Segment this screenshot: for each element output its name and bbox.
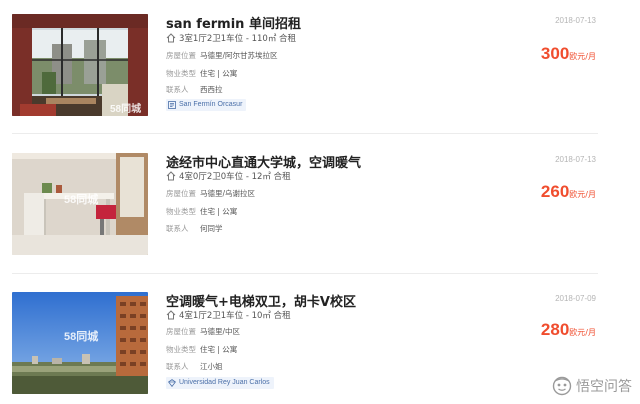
listing-item[interactable]: 58同城 空调暖气+电梯双卫，胡卡V校区 2018-07-09 4室1厅2卫1车… <box>0 284 640 404</box>
tag-text: San Fermín Orcasur <box>179 101 243 108</box>
divider <box>12 133 598 134</box>
type-label: 物业类型 <box>166 69 196 78</box>
listing-price: 260欧元/月 <box>541 182 596 202</box>
location-tag[interactable]: San Fermín Orcasur <box>166 99 247 111</box>
watermark-text: 58同城 <box>110 104 142 115</box>
location-tag[interactable]: Universidad Rey Juan Carlos <box>166 377 274 389</box>
brand-watermark: 悟空问答 <box>552 376 632 396</box>
listing-date: 2018-07-09 <box>555 294 596 303</box>
listing-title[interactable]: 空调暖气+电梯双卫，胡卡V校区 <box>166 291 356 310</box>
wukong-logo-icon <box>552 376 572 396</box>
listing-title[interactable]: 途经市中心直通大学城，空调暖气 <box>166 152 361 171</box>
type-row: 物业类型 住宅 | 公寓 <box>166 68 237 79</box>
price-unit: 欧元/月 <box>569 328 596 337</box>
watermark-text: 58同城 <box>64 194 99 206</box>
listing-price: 280欧元/月 <box>541 320 596 340</box>
map-pin-icon <box>168 101 176 109</box>
tag-text: Universidad Rey Juan Carlos <box>179 379 270 386</box>
price-unit: 欧元/月 <box>569 190 596 199</box>
type-value: 住宅 | 公寓 <box>200 69 238 78</box>
house-icon <box>166 171 176 181</box>
location-row: 房屋位置 马德里/阿尔甘苏埃拉区 <box>166 50 278 61</box>
location-label: 房屋位置 <box>166 189 196 198</box>
divider <box>12 273 598 274</box>
contact-value: 西西拉 <box>200 85 223 94</box>
location-row: 房屋位置 马德里/乌谢拉区 <box>166 188 255 199</box>
type-label: 物业类型 <box>166 345 196 354</box>
listing-photo[interactable]: 58同城 <box>12 292 148 394</box>
contact-label: 联系人 <box>166 224 189 233</box>
contact-label: 联系人 <box>166 85 189 94</box>
listing-photo[interactable]: 58同城 <box>12 153 148 255</box>
listing-title[interactable]: san fermin 单间招租 <box>166 13 301 32</box>
contact-row: 联系人 何同学 <box>166 223 223 234</box>
contact-label: 联系人 <box>166 362 189 371</box>
price-unit: 欧元/月 <box>569 52 596 61</box>
location-label: 房屋位置 <box>166 327 196 336</box>
contact-value: 何同学 <box>200 224 223 233</box>
price-value: 300 <box>540 44 570 63</box>
contact-row: 联系人 西西拉 <box>166 84 223 95</box>
listing-date: 2018-07-13 <box>555 16 596 25</box>
type-row: 物业类型 住宅 | 公寓 <box>166 344 237 355</box>
specs-text: 4室0厅2卫0车位 - 12㎡ 合租 <box>179 172 291 182</box>
price-value: 260 <box>540 182 570 201</box>
watermark-text: 58同城 <box>64 331 99 343</box>
type-label: 物业类型 <box>166 207 196 216</box>
listing-photo[interactable]: 58同城 <box>12 14 148 116</box>
listing-item[interactable]: 58同城 san fermin 单间招租 2018-07-13 3室1厅2卫1车… <box>0 8 640 138</box>
listing-item[interactable]: 58同城 途经市中心直通大学城，空调暖气 2018-07-13 4室0厅2卫0车… <box>0 146 640 276</box>
house-icon <box>166 310 176 320</box>
contact-value: 江小姐 <box>200 362 223 371</box>
house-icon <box>166 33 176 43</box>
listing-specs: 4室0厅2卫0车位 - 12㎡ 合租 <box>166 170 291 182</box>
location-value: 马德里/阿尔甘苏埃拉区 <box>200 51 278 60</box>
type-value: 住宅 | 公寓 <box>200 345 238 354</box>
listing-date: 2018-07-13 <box>555 155 596 164</box>
specs-text: 3室1厅2卫1车位 - 110㎡ 合租 <box>179 34 297 44</box>
listing-price: 300欧元/月 <box>541 44 596 64</box>
type-value: 住宅 | 公寓 <box>200 207 238 216</box>
price-value: 280 <box>540 320 570 339</box>
location-value: 马德里/乌谢拉区 <box>200 189 256 198</box>
listing-specs: 4室1厅2卫1车位 - 10㎡ 合租 <box>166 309 291 321</box>
brand-name: 悟空问答 <box>576 379 632 395</box>
location-value: 马德里/中区 <box>200 327 241 336</box>
map-pin-icon <box>168 379 176 387</box>
specs-text: 4室1厅2卫1车位 - 10㎡ 合租 <box>179 311 291 321</box>
location-row: 房屋位置 马德里/中区 <box>166 326 240 337</box>
listing-specs: 3室1厅2卫1车位 - 110㎡ 合租 <box>166 32 296 44</box>
type-row: 物业类型 住宅 | 公寓 <box>166 206 237 217</box>
location-label: 房屋位置 <box>166 51 196 60</box>
contact-row: 联系人 江小姐 <box>166 361 223 372</box>
